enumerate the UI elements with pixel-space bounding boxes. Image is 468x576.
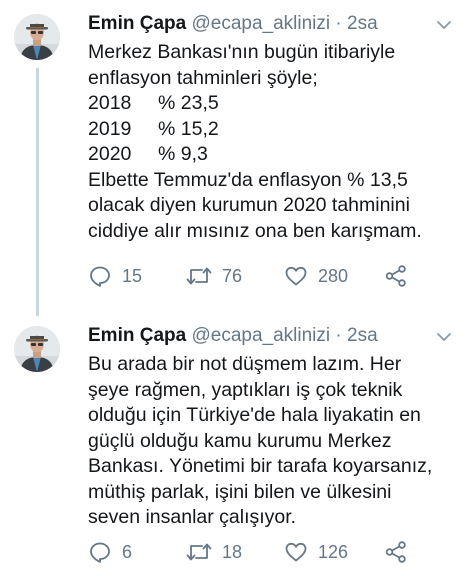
avatar[interactable] [14, 326, 60, 372]
chevron-down-icon[interactable] [436, 328, 452, 344]
retweet-icon [186, 264, 212, 288]
tweet[interactable]: Emin Çapa @ecapa_aklinizi · 2sa Bu arada… [0, 312, 468, 576]
retweet-button[interactable]: 18 [186, 538, 242, 566]
retweet-count: 76 [222, 265, 243, 286]
separator: · [335, 13, 342, 34]
text-line: güçlü olduğu kamu kurumu Merkez [88, 429, 392, 452]
text-line: Elbette Temmuz'da enflasyon % 13,5 [88, 168, 408, 191]
share-button[interactable] [384, 538, 408, 566]
text-line: olduğu için Türkiye'de hala liyakatin en [88, 404, 421, 426]
tweet-header: Emin Çapa @ecapa_aklinizi · 2sa [88, 12, 452, 36]
share-button[interactable] [384, 262, 408, 290]
timestamp[interactable]: 2sa [347, 13, 378, 34]
reply-button[interactable]: 15 [88, 262, 142, 290]
text-line: Bu arada bir not düşmem lazım. Her [88, 353, 402, 375]
like-count: 280 [318, 265, 349, 286]
separator: · [335, 325, 342, 346]
tweet-text: Bu arada bir not düşmem lazım. Her şeye … [88, 352, 454, 531]
reply-button[interactable]: 6 [88, 538, 132, 566]
tweet-actions: 6 18 126 [88, 538, 428, 566]
author-handle[interactable]: @ecapa_aklinizi [191, 13, 330, 34]
forecast-year: 2018 [88, 92, 132, 114]
text-line: şeye rağmen, yaptıkları iş çok teknik [88, 378, 403, 401]
tweet-header: Emin Çapa @ecapa_aklinizi · 2sa [88, 324, 452, 348]
forecast-year: 2020 [88, 143, 132, 165]
text-line: müthiş parlak, işini bilen ve ülkesini [88, 480, 392, 503]
retweet-count: 18 [222, 541, 243, 562]
forecast-value: % 15,2 [158, 117, 219, 140]
like-button[interactable]: 280 [284, 262, 348, 290]
retweet-button[interactable]: 76 [186, 262, 242, 290]
text-line: olacak diyen kurumun 2020 tahminini [88, 194, 410, 216]
like-button[interactable]: 126 [284, 538, 348, 566]
reply-icon [88, 264, 112, 288]
author-name[interactable]: Emin Çapa [88, 13, 186, 34]
forecast-row: 2018 % 23,5 [88, 91, 454, 117]
forecast-year: 2019 [88, 117, 132, 140]
heart-icon [284, 540, 308, 564]
chevron-down-icon[interactable] [436, 16, 452, 32]
reply-count: 6 [122, 541, 133, 562]
reply-count: 15 [122, 265, 143, 286]
text-line: seven insanlar çalışıyor. [88, 506, 297, 528]
tweet-text: Merkez Bankası'nın bugün itibariyle enfl… [88, 40, 454, 244]
forecast-row: 2020 % 9,3 [88, 142, 454, 168]
heart-icon [284, 264, 308, 288]
reply-icon [88, 540, 112, 564]
text-line: Bankası. Yönetimi bir tarafa koyarsanız, [88, 455, 433, 477]
thread-line [36, 68, 39, 316]
timestamp[interactable]: 2sa [347, 325, 378, 346]
tweet[interactable]: Emin Çapa @ecapa_aklinizi · 2sa Merkez B… [0, 0, 468, 316]
forecast-value: % 23,5 [158, 92, 219, 114]
tweet-actions: 15 76 280 [88, 262, 428, 290]
text-line: Merkez Bankası'nın bugün itibariyle [88, 41, 396, 63]
retweet-icon [186, 540, 212, 564]
author-handle[interactable]: @ecapa_aklinizi [191, 325, 330, 346]
like-count: 126 [318, 541, 349, 562]
avatar[interactable] [14, 14, 60, 60]
author-name[interactable]: Emin Çapa [88, 325, 186, 346]
text-line: ciddiye alır mısınız ona ben karışmam. [88, 219, 422, 242]
share-icon [384, 540, 408, 564]
forecast-value: % 9,3 [158, 143, 208, 165]
share-icon [384, 264, 408, 288]
text-line: enflasyon tahminleri şöyle; [88, 66, 318, 89]
forecast-row: 2019 % 15,2 [88, 117, 454, 143]
